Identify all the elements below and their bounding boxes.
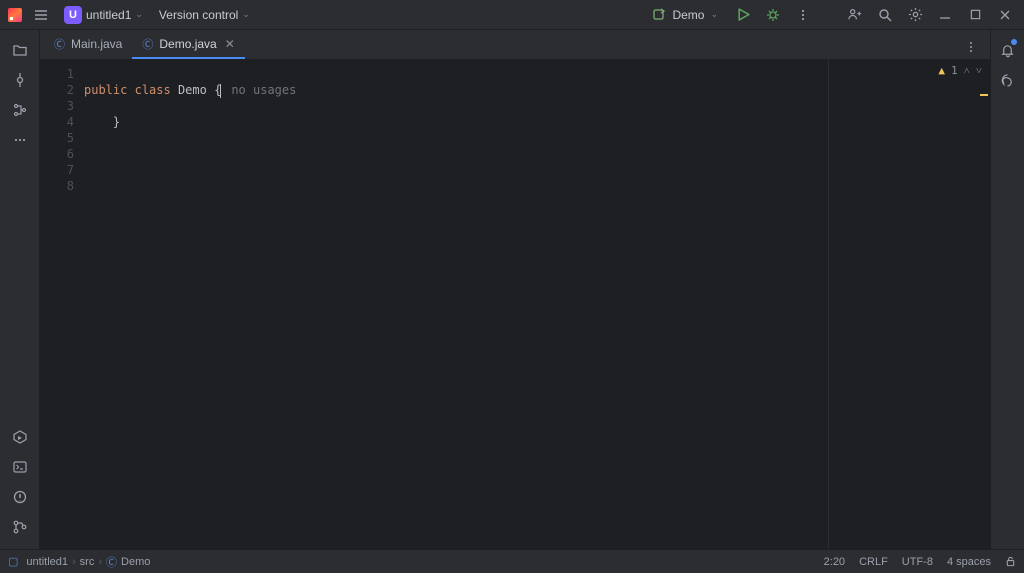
vcs-selector[interactable]: Version control ⌄ [153,3,256,27]
minimize-button[interactable] [932,2,958,28]
tab-demo-java[interactable]: Ⓒ Demo.java ✕ [132,29,244,59]
main-area: Ⓒ Main.java Ⓒ Demo.java ✕ 1 2 3 4 5 6 7 … [0,30,1024,549]
inlay-hint: no usages [231,83,296,97]
text-caret [220,84,221,98]
debug-button[interactable] [760,2,786,28]
chevron-down-icon: ⌄ [135,9,143,20]
code-area[interactable]: ▲ 1 ˄ ˅ public class Demo {no usages } [82,60,990,549]
code-with-me-button[interactable] [842,2,868,28]
left-tool-rail [0,30,40,549]
chevron-down-icon: ⌄ [710,9,718,20]
file-encoding[interactable]: UTF-8 [902,556,933,568]
run-config-selector[interactable]: Demo ⌄ [644,3,726,27]
warning-icon: ▲ [938,64,945,77]
module-icon: ▢ [8,555,18,568]
line-separator[interactable]: CRLF [859,556,888,568]
run-config-name: Demo [672,8,704,22]
warning-count: 1 [951,64,958,77]
project-selector[interactable]: U untitled1 ⌄ [58,3,149,27]
prev-highlight-button[interactable]: ˄ [964,64,970,77]
error-stripe-mark[interactable] [980,94,988,96]
project-tool-button[interactable] [6,36,34,64]
editor-column: Ⓒ Main.java Ⓒ Demo.java ✕ 1 2 3 4 5 6 7 … [40,30,990,549]
project-badge: U [64,6,82,24]
more-actions-button[interactable] [790,2,816,28]
editor-tabs: Ⓒ Main.java Ⓒ Demo.java ✕ [40,30,990,60]
chevron-down-icon: ⌄ [242,9,250,20]
run-button[interactable] [730,2,756,28]
settings-button[interactable] [902,2,928,28]
java-class-icon: Ⓒ [106,554,117,570]
tab-main-java[interactable]: Ⓒ Main.java [44,29,132,59]
java-class-icon: Ⓒ [142,36,153,52]
services-tool-button[interactable] [6,423,34,451]
structure-tool-button[interactable] [6,96,34,124]
breadcrumb-project: untitled1 [26,556,68,568]
tab-overflow-button[interactable] [958,34,984,60]
inspection-widget[interactable]: ▲ 1 ˄ ˅ [938,64,982,77]
rerun-icon [652,8,666,22]
breadcrumb[interactable]: untitled1 › src › Ⓒ Demo [26,554,150,570]
maximize-button[interactable] [962,2,988,28]
code-editor[interactable]: 1 2 3 4 5 6 7 8 ▲ 1 ˄ ˅ public class [40,60,990,549]
main-menu-button[interactable] [28,2,54,28]
right-margin-guide [828,60,829,549]
tab-label: Main.java [71,37,122,51]
close-button[interactable] [992,2,1018,28]
line-gutter: 1 2 3 4 5 6 7 8 [40,60,82,549]
notifications-button[interactable] [994,36,1022,64]
ai-assistant-button[interactable] [994,66,1022,94]
titlebar: U untitled1 ⌄ Version control ⌄ Demo ⌄ [0,0,1024,30]
commit-tool-button[interactable] [6,66,34,94]
right-tool-rail [990,30,1024,549]
java-class-icon: Ⓒ [54,36,65,52]
app-logo [6,6,24,24]
next-highlight-button[interactable]: ˅ [976,64,982,77]
caret-position[interactable]: 2:20 [824,556,845,568]
breadcrumb-src: src [80,556,95,568]
project-name: untitled1 [86,8,131,22]
tab-label: Demo.java [159,37,216,51]
breadcrumb-class: Demo [121,556,150,568]
more-tools-button[interactable] [6,126,34,154]
close-tab-button[interactable]: ✕ [225,37,235,51]
status-bar: ▢ untitled1 › src › Ⓒ Demo 2:20 CRLF UTF… [0,549,1024,573]
search-everywhere-button[interactable] [872,2,898,28]
terminal-tool-button[interactable] [6,453,34,481]
git-tool-button[interactable] [6,513,34,541]
problems-tool-button[interactable] [6,483,34,511]
readonly-toggle[interactable] [1005,556,1016,567]
vcs-label: Version control [159,8,238,22]
indent-setting[interactable]: 4 spaces [947,556,991,568]
